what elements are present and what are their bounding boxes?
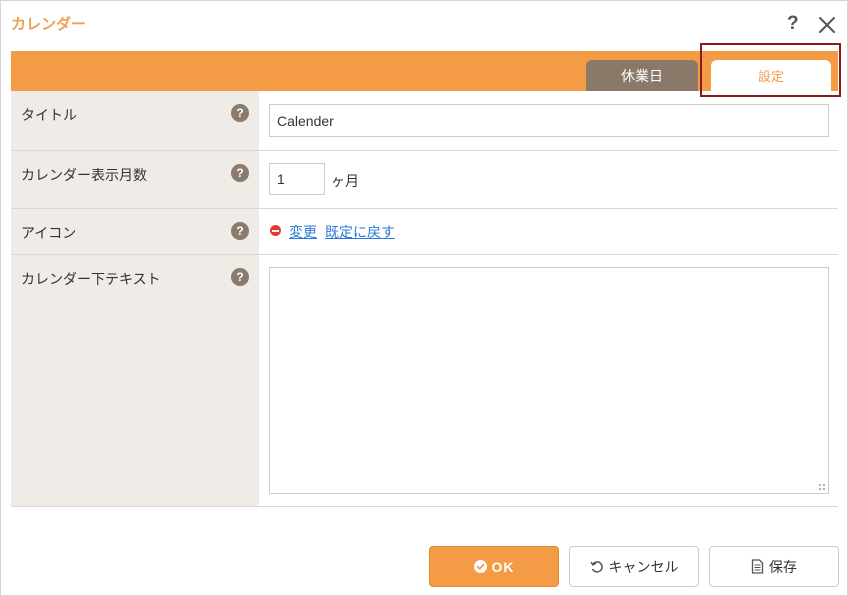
- cancel-button[interactable]: キャンセル: [569, 546, 699, 587]
- help-question-icon[interactable]: ?: [231, 164, 249, 182]
- label-cell: カレンダー下テキスト ?: [11, 255, 259, 506]
- months-label: カレンダー表示月数: [21, 168, 147, 184]
- form-row-below-text: カレンダー下テキスト ?: [11, 255, 838, 507]
- check-circle-icon: [473, 560, 487, 573]
- close-icon[interactable]: [817, 15, 837, 35]
- title-label: タイトル: [21, 108, 77, 124]
- value-cell: [259, 255, 838, 506]
- document-icon: [751, 559, 764, 574]
- months-unit: ヶ月: [331, 174, 359, 190]
- cancel-label: キャンセル: [608, 559, 679, 576]
- value-cell: 変更 既定に戻す: [259, 209, 838, 254]
- settings-form: タイトル ? カレンダー表示月数 ? ヶ月 アイコン ?: [11, 91, 838, 507]
- help-question-icon[interactable]: ?: [231, 268, 249, 286]
- label-cell: カレンダー表示月数 ?: [11, 151, 259, 208]
- form-row-title: タイトル ?: [11, 91, 838, 151]
- form-row-months: カレンダー表示月数 ? ヶ月: [11, 151, 838, 209]
- remove-icon[interactable]: [270, 225, 281, 236]
- label-cell: アイコン ?: [11, 209, 259, 254]
- help-question-icon[interactable]: ?: [231, 104, 249, 122]
- undo-icon: [589, 560, 604, 574]
- help-icon[interactable]: ?: [787, 13, 805, 37]
- icon-label: アイコン: [21, 226, 77, 242]
- change-icon-link[interactable]: 変更: [289, 222, 317, 242]
- value-cell: [259, 91, 838, 150]
- ok-label: OK: [491, 558, 515, 575]
- help-question-icon[interactable]: ?: [231, 222, 249, 240]
- label-cell: タイトル ?: [11, 91, 259, 150]
- resize-grip-icon[interactable]: [818, 483, 826, 491]
- reset-icon-link[interactable]: 既定に戻す: [325, 222, 395, 242]
- save-button[interactable]: 保存: [709, 546, 839, 587]
- value-cell: ヶ月: [259, 151, 838, 208]
- tab-settings[interactable]: 設定: [711, 60, 831, 91]
- months-input[interactable]: [269, 163, 325, 195]
- save-label: 保存: [769, 559, 797, 576]
- below-text-label: カレンダー下テキスト: [21, 272, 161, 288]
- title-input[interactable]: [269, 104, 829, 137]
- calendar-settings-dialog: カレンダー ? 休業日 設定 タイトル ? カレンダー表示月数 ? ヶ月: [0, 0, 848, 596]
- dialog-title: カレンダー: [11, 15, 87, 33]
- tab-holidays[interactable]: 休業日: [586, 60, 698, 91]
- ok-button[interactable]: OK: [429, 546, 559, 587]
- form-row-icon: アイコン ? 変更 既定に戻す: [11, 209, 838, 255]
- below-text-textarea[interactable]: [269, 267, 829, 494]
